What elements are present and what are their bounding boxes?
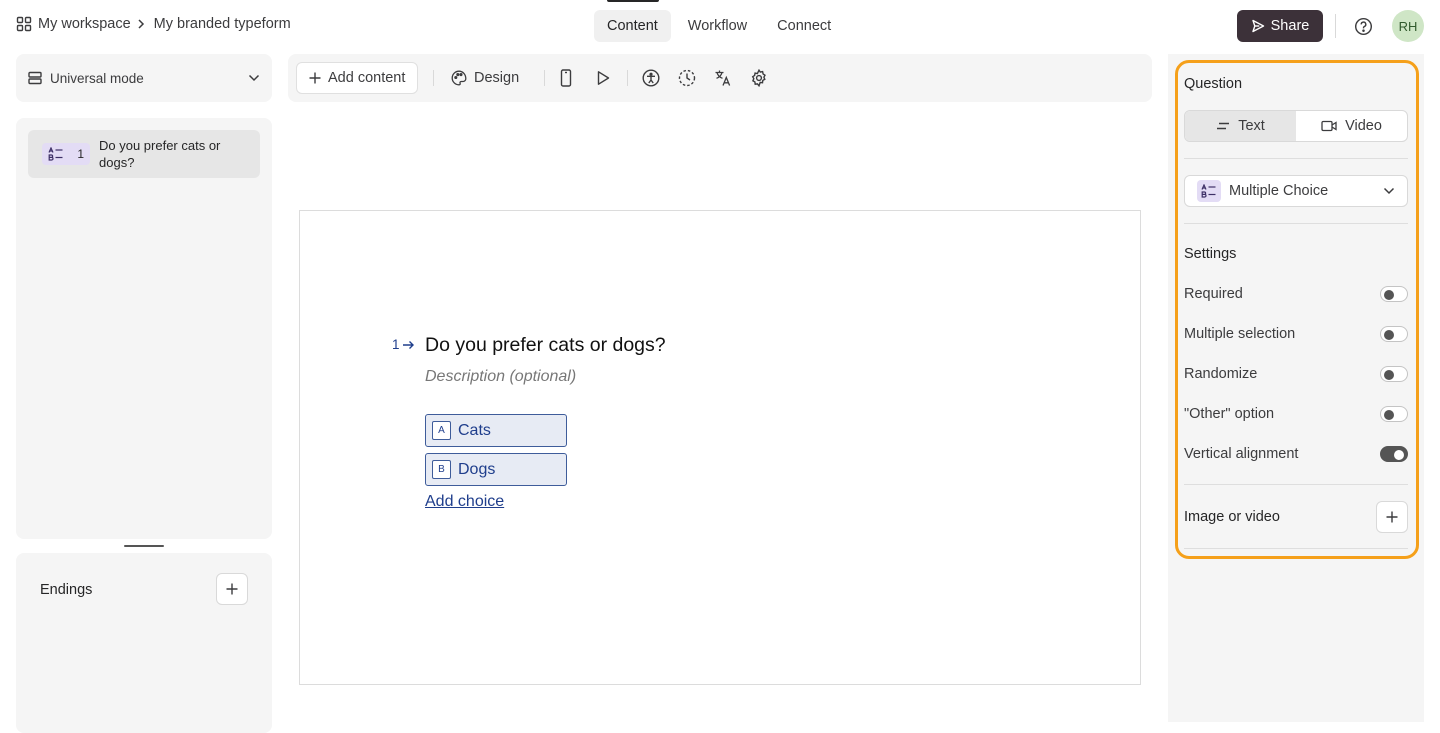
setting-vertical-alignment: Vertical alignment xyxy=(1184,444,1408,464)
translate-icon[interactable] xyxy=(713,68,733,88)
media-label: Image or video xyxy=(1184,509,1280,525)
mode-selector[interactable]: Universal mode xyxy=(16,54,272,102)
choice-b[interactable]: B Dogs xyxy=(425,453,567,486)
add-media-button[interactable] xyxy=(1376,501,1408,533)
question-type-select[interactable]: Multiple Choice xyxy=(1184,175,1408,207)
divider xyxy=(1335,14,1336,38)
multiple-selection-toggle[interactable] xyxy=(1380,326,1408,342)
design-label: Design xyxy=(474,70,520,86)
format-text-option[interactable]: Text xyxy=(1185,111,1296,141)
choice-a[interactable]: A Cats xyxy=(425,414,567,447)
form-preview-card xyxy=(299,210,1141,685)
format-text-label: Text xyxy=(1238,118,1265,134)
palette-icon xyxy=(451,70,467,86)
setting-label: "Other" option xyxy=(1184,406,1275,422)
breadcrumb-workspace[interactable]: My workspace xyxy=(38,16,131,32)
workspace-grid-icon[interactable] xyxy=(16,16,32,32)
setting-other-option: "Other" option xyxy=(1184,404,1408,424)
chevron-down-icon xyxy=(248,74,260,82)
setting-label: Multiple selection xyxy=(1184,326,1296,342)
plus-icon xyxy=(309,72,321,84)
plus-icon xyxy=(1386,511,1398,523)
list-item[interactable]: 1 Do you prefer cats or dogs? xyxy=(28,130,260,178)
design-button[interactable]: Design xyxy=(441,62,529,94)
send-icon xyxy=(1251,19,1264,33)
mobile-preview-icon[interactable] xyxy=(556,68,576,88)
setting-label: Vertical alignment xyxy=(1184,446,1299,462)
mode-label: Universal mode xyxy=(50,70,144,86)
setting-randomize: Randomize xyxy=(1184,364,1408,384)
multiple-choice-icon xyxy=(1201,184,1216,198)
required-toggle[interactable] xyxy=(1380,286,1408,302)
tab-connect[interactable]: Connect xyxy=(764,10,844,42)
resize-handle[interactable] xyxy=(124,545,164,547)
text-lines-icon xyxy=(1217,122,1230,130)
multiple-choice-icon xyxy=(48,147,63,161)
video-icon xyxy=(1321,120,1337,132)
question-list: 1 Do you prefer cats or dogs? xyxy=(16,118,272,539)
question-heading: Question xyxy=(1184,76,1243,92)
accessibility-icon[interactable] xyxy=(641,68,661,88)
question-list-text: Do you prefer cats or dogs? xyxy=(99,138,221,170)
editor-toolbar: Add content Design xyxy=(288,54,1152,102)
question-title[interactable]: Do you prefer cats or dogs? xyxy=(425,334,666,357)
question-type-label: Multiple Choice xyxy=(1229,183,1329,199)
tab-content[interactable]: Content xyxy=(594,10,671,42)
other-option-toggle[interactable] xyxy=(1380,406,1408,422)
add-ending-button[interactable] xyxy=(216,573,248,605)
question-type-badge xyxy=(1197,180,1221,202)
logic-icon[interactable] xyxy=(677,68,697,88)
add-choice-link[interactable]: Add choice xyxy=(425,493,504,511)
endings-section: Endings xyxy=(16,553,272,733)
divider xyxy=(433,70,434,86)
settings-heading: Settings xyxy=(1184,246,1237,262)
chevron-down-icon xyxy=(1383,187,1395,195)
breadcrumb-form-name[interactable]: My branded typeform xyxy=(154,16,291,32)
add-content-label: Add content xyxy=(328,70,406,86)
add-content-button[interactable]: Add content xyxy=(296,62,419,94)
question-number: 1 xyxy=(77,147,84,161)
randomize-toggle[interactable] xyxy=(1380,366,1408,382)
setting-required: Required xyxy=(1184,284,1408,304)
setting-label: Required xyxy=(1184,286,1243,302)
main-tabs: Content Workflow Connect xyxy=(594,10,844,42)
setting-label: Randomize xyxy=(1184,366,1258,382)
endings-label: Endings xyxy=(40,582,93,598)
format-video-label: Video xyxy=(1345,118,1382,134)
plus-icon xyxy=(226,583,238,595)
share-button-label: Share xyxy=(1270,18,1310,34)
share-button[interactable]: Share xyxy=(1237,10,1323,42)
choice-label: Cats xyxy=(458,421,491,439)
top-bar: My workspace My branded typeform Content… xyxy=(0,0,1440,52)
question-number-indicator: 1 xyxy=(392,337,415,352)
divider xyxy=(1184,158,1408,159)
avatar[interactable]: RH xyxy=(1392,10,1424,42)
play-icon[interactable] xyxy=(593,68,613,88)
choice-key: A xyxy=(432,421,451,440)
tab-workflow[interactable]: Workflow xyxy=(675,10,760,42)
divider xyxy=(1184,484,1408,485)
settings-icon[interactable] xyxy=(749,68,769,88)
question-type-badge: 1 xyxy=(42,143,90,165)
layers-icon xyxy=(28,71,42,85)
canvas-question-number: 1 xyxy=(392,337,400,352)
format-video-option[interactable]: Video xyxy=(1296,111,1407,141)
arrow-right-icon xyxy=(402,340,414,349)
setting-multiple-selection: Multiple selection xyxy=(1184,324,1408,344)
chevron-right-icon xyxy=(138,19,144,29)
question-format-toggle: Text Video xyxy=(1184,110,1408,142)
help-icon[interactable] xyxy=(1354,17,1373,36)
divider xyxy=(544,70,545,86)
image-or-video-row: Image or video xyxy=(1184,501,1408,533)
choice-label: Dogs xyxy=(458,460,496,478)
divider xyxy=(627,70,628,86)
breadcrumb: My workspace My branded typeform xyxy=(16,16,291,32)
divider xyxy=(1184,223,1408,224)
vertical-alignment-toggle[interactable] xyxy=(1380,446,1408,462)
choice-key: B xyxy=(432,460,451,479)
question-description-field[interactable]: Description (optional) xyxy=(425,368,576,386)
active-tab-indicator xyxy=(607,0,659,2)
divider xyxy=(1184,548,1408,549)
